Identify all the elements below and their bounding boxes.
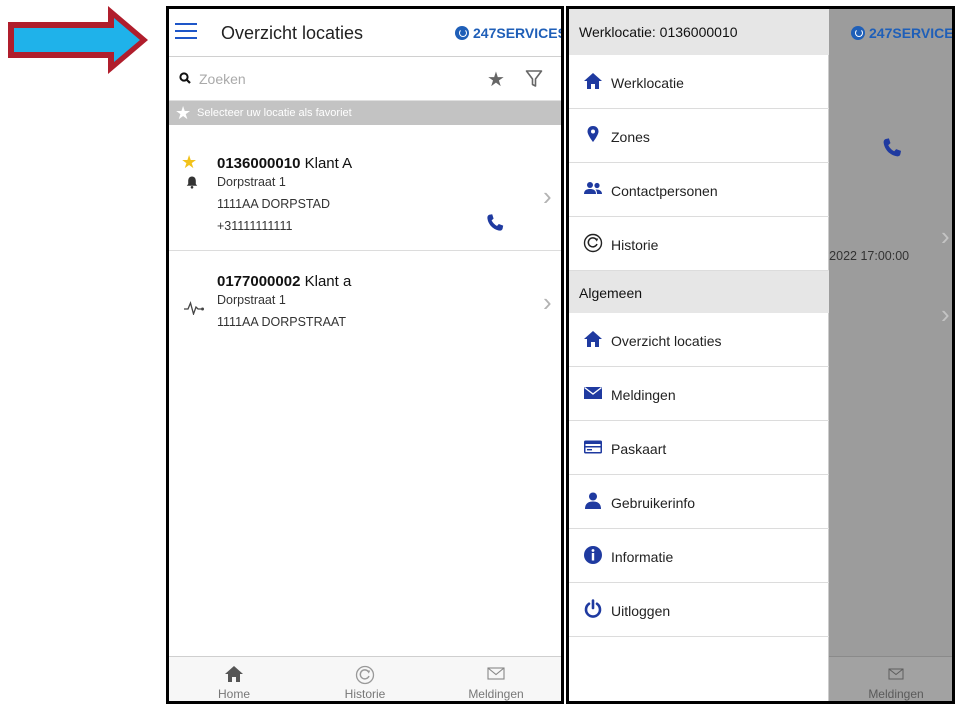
bottom-tab-bar: Home Historie Meldingen: [169, 656, 561, 701]
envelope-icon: [487, 667, 505, 680]
menu-item-historie[interactable]: Historie: [569, 217, 829, 271]
brand-logo-icon: [851, 26, 865, 40]
pulse-icon: [184, 301, 204, 315]
menu-item-label: Historie: [611, 237, 659, 253]
search-input[interactable]: [199, 67, 449, 91]
bell-icon: [186, 176, 198, 189]
menu-item-paskaart[interactable]: Paskaart: [569, 421, 829, 475]
search-icon: [179, 72, 191, 84]
history-icon: [355, 665, 375, 685]
brand-logo: 247SERVICES: [851, 25, 955, 41]
phone-screen-locations: Overzicht locaties 247SERVICES ★ ★ Selec…: [166, 6, 564, 704]
location-row[interactable]: 0177000002 Klant a Dorpstraat 1 1111AA D…: [169, 251, 561, 341]
bottom-tab-bar: Meldingen: [829, 656, 952, 701]
tab-meldingen-label: Meldingen: [868, 687, 924, 701]
search-bar: ★: [169, 57, 561, 101]
phone-call-icon[interactable]: [485, 213, 505, 233]
menu-item-label: Paskaart: [611, 441, 667, 457]
info-icon: [584, 546, 602, 564]
chevron-right-icon: ›: [941, 299, 950, 329]
drawer-header: Werklocatie: 0136000010: [569, 9, 829, 55]
menu-item-label: Contactpersonen: [611, 183, 718, 199]
tab-historie-label: Historie: [344, 687, 386, 701]
tab-home[interactable]: Home: [169, 657, 299, 701]
home-icon: [584, 73, 602, 89]
star-icon: ★: [175, 103, 192, 123]
favorite-star-icon[interactable]: ★: [181, 153, 197, 171]
hamburger-menu-icon[interactable]: [175, 23, 197, 41]
card-icon: [584, 440, 602, 454]
tab-meldingen-label: Meldingen: [468, 687, 524, 701]
menu-item-label: Overzicht locaties: [611, 333, 722, 349]
filter-icon[interactable]: [525, 69, 543, 89]
history-icon: [583, 233, 603, 253]
tab-meldingen[interactable]: Meldingen: [431, 657, 561, 701]
favorites-filter-star-icon[interactable]: ★: [487, 67, 505, 92]
location-title: 0177000002 Klant a: [217, 273, 351, 290]
home-icon: [584, 331, 602, 347]
menu-item-uitloggen[interactable]: Uitloggen: [569, 583, 829, 637]
location-code: 0136000010: [217, 155, 301, 172]
phone-call-icon: [883, 138, 902, 157]
menu-item-zones[interactable]: Zones: [569, 109, 829, 163]
menu-item-contactpersonen[interactable]: Contactpersonen: [569, 163, 829, 217]
brand-logo-icon: [455, 26, 469, 40]
user-icon: [585, 492, 601, 509]
menu-item-label: Uitloggen: [611, 603, 671, 619]
location-name: Klant A: [304, 155, 353, 172]
page-title: Overzicht locaties: [221, 23, 364, 43]
location-street: Dorpstraat 1: [217, 175, 286, 189]
menu-item-label: Zones: [611, 129, 650, 145]
power-icon: [584, 599, 602, 618]
menu-item-label: Werklocatie: [611, 75, 684, 91]
location-phone: +31111111111: [217, 219, 293, 233]
menu-item-label: Meldingen: [611, 387, 676, 403]
location-title: 0136000010 Klant A: [217, 155, 352, 172]
tab-meldingen: Meldingen: [851, 657, 941, 701]
phone-screen-menu: 247SERVICES -2022 17:00:00 › › Meldingen…: [566, 6, 955, 704]
menu-section-header: Algemeen: [569, 271, 829, 313]
tab-historie[interactable]: Historie: [300, 657, 430, 701]
chevron-right-icon: ›: [543, 287, 552, 317]
location-street: Dorpstraat 1: [217, 293, 286, 307]
envelope-icon: [584, 386, 602, 399]
home-icon: [225, 666, 243, 682]
favorite-hint-text: Selecteer uw locatie als favoriet: [197, 107, 352, 119]
envelope-icon: [888, 668, 904, 680]
chevron-right-icon: ›: [543, 181, 552, 211]
section-label: Algemeen: [579, 285, 643, 301]
menu-item-meldingen[interactable]: Meldingen: [569, 367, 829, 421]
side-drawer-menu: Werklocatie: 0136000010 Werklocatie Zone…: [569, 9, 829, 701]
location-city: 1111AA DORPSTAD: [217, 197, 331, 211]
app-header: Overzicht locaties 247SERVICES: [169, 9, 561, 57]
people-icon: [584, 182, 602, 194]
location-city: 1111AA DORPSTRAAT: [217, 315, 346, 329]
favorite-hint-banner: ★ Selecteer uw locatie als favoriet: [169, 101, 561, 125]
brand-name: 247SERVICES: [869, 25, 955, 41]
menu-item-overzicht-locaties[interactable]: Overzicht locaties: [569, 313, 829, 367]
background-date-text: -2022 17:00:00: [825, 249, 910, 263]
pointer-arrow-icon: [8, 6, 148, 74]
location-name: Klant a: [304, 273, 352, 290]
drawer-title: Werklocatie: 0136000010: [579, 24, 738, 40]
brand-logo: 247SERVICES: [455, 25, 564, 41]
location-row[interactable]: ★ 0136000010 Klant A Dorpstraat 1 1111AA…: [169, 125, 561, 251]
brand-name: 247SERVICES: [473, 25, 564, 41]
menu-item-gebruikerinfo[interactable]: Gebruikerinfo: [569, 475, 829, 529]
tab-home-label: Home: [217, 687, 250, 701]
location-code: 0177000002: [217, 273, 301, 290]
menu-item-label: Gebruikerinfo: [611, 495, 696, 511]
menu-item-informatie[interactable]: Informatie: [569, 529, 829, 583]
menu-item-werklocatie[interactable]: Werklocatie: [569, 55, 829, 109]
dimmed-background-screen[interactable]: 247SERVICES -2022 17:00:00 › › Meldingen: [825, 9, 955, 701]
chevron-right-icon: ›: [941, 221, 950, 251]
map-pin-icon: [587, 126, 599, 142]
menu-item-label: Informatie: [611, 549, 674, 565]
